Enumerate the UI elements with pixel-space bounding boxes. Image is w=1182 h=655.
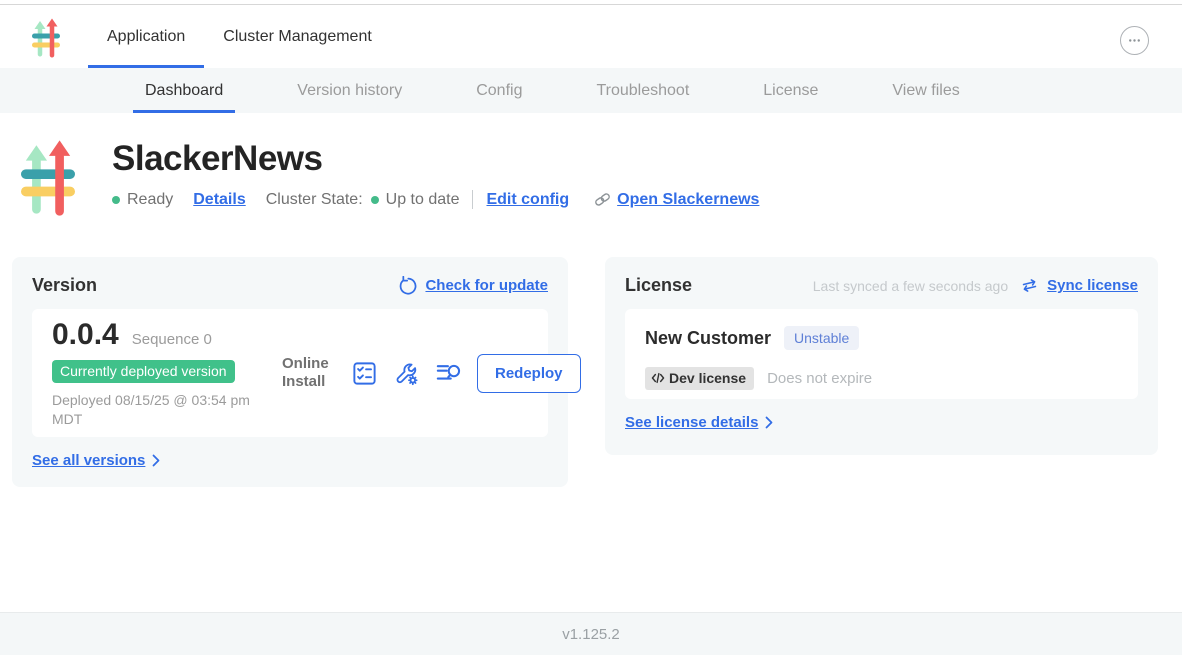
channel-badge: Unstable	[784, 326, 859, 350]
cluster-state-label: Cluster State:	[266, 191, 363, 209]
version-number: 0.0.4	[52, 318, 119, 352]
sync-arrows-icon	[1020, 276, 1039, 295]
refresh-icon	[397, 276, 417, 296]
subnav-tab-config[interactable]: Config	[464, 68, 534, 113]
chevron-right-icon	[765, 416, 773, 429]
subnav-tab-view-files-label: View files	[892, 82, 959, 100]
see-license-details-link[interactable]: See license details	[625, 414, 773, 431]
subnav-tab-version-history[interactable]: Version history	[285, 68, 414, 113]
app-logo-large-icon	[21, 139, 75, 217]
install-type-label: Online Install	[282, 355, 336, 391]
console-version: v1.125.2	[562, 626, 620, 643]
console-footer: v1.125.2	[0, 612, 1182, 655]
subnav-tab-config-label: Config	[476, 82, 522, 100]
subnav-tab-license-label: License	[763, 82, 818, 100]
subnav-tab-troubleshoot-label: Troubleshoot	[596, 82, 689, 100]
tab-cluster-management[interactable]: Cluster Management	[204, 5, 391, 68]
tab-application[interactable]: Application	[88, 5, 204, 68]
app-logo-icon	[32, 18, 60, 58]
chain-link-icon	[593, 190, 612, 209]
code-brackets-icon	[651, 371, 665, 385]
chevron-right-icon	[152, 454, 160, 467]
version-card-title: Version	[32, 275, 97, 296]
current-version-panel: 0.0.4 Sequence 0 Currently deployed vers…	[32, 309, 548, 437]
version-card-header: Version Check for update	[32, 275, 548, 296]
wrench-gear-icon	[393, 360, 420, 387]
version-card: Version Check for update 0.0.4 Sequence …	[12, 257, 568, 487]
app-status-row: Ready Details Cluster State: Up to date …	[112, 190, 759, 209]
app-header: SlackerNews Ready Details Cluster State:…	[21, 137, 759, 217]
primary-nav: Application Cluster Management	[88, 5, 391, 68]
ellipsis-icon	[1126, 32, 1143, 49]
details-link[interactable]: Details	[193, 191, 245, 209]
see-license-details-label: See license details	[625, 414, 758, 431]
license-expiration: Does not expire	[767, 370, 872, 387]
cluster-state-value: Up to date	[386, 191, 460, 209]
tab-cluster-management-label: Cluster Management	[223, 28, 372, 46]
checklist-icon	[351, 360, 378, 387]
more-options-button[interactable]	[1120, 26, 1149, 55]
preflight-checks-button[interactable]	[351, 360, 378, 387]
page-title: SlackerNews	[112, 139, 759, 179]
license-type-label: Dev license	[669, 370, 746, 386]
check-for-update-link[interactable]: Check for update	[425, 277, 548, 294]
redeploy-button[interactable]: Redeploy	[477, 354, 581, 393]
tab-application-label: Application	[107, 28, 185, 46]
subnav-tab-version-history-label: Version history	[297, 82, 402, 100]
cluster-state-dot-icon	[371, 196, 379, 204]
edit-config-link[interactable]: Edit config	[486, 191, 569, 209]
see-all-versions-link[interactable]: See all versions	[32, 452, 160, 469]
license-card-header: License Last synced a few seconds ago Sy…	[625, 275, 1138, 296]
see-all-versions-label: See all versions	[32, 452, 145, 469]
divider	[472, 190, 473, 209]
subnav-tab-license[interactable]: License	[751, 68, 830, 113]
app-status-dot-icon	[112, 196, 120, 204]
license-details-panel: New Customer Unstable Dev license Does n…	[625, 309, 1138, 399]
view-logs-button[interactable]	[435, 360, 462, 387]
subnav-tab-view-files[interactable]: View files	[880, 68, 971, 113]
version-sequence: Sequence 0	[132, 331, 212, 348]
top-navbar: Application Cluster Management	[0, 5, 1182, 68]
admin-console-page: Application Cluster Management Dashboard…	[0, 0, 1182, 655]
subnav-tab-troubleshoot[interactable]: Troubleshoot	[584, 68, 701, 113]
license-card: License Last synced a few seconds ago Sy…	[605, 257, 1158, 455]
deployed-status-badge: Currently deployed version	[52, 360, 235, 383]
app-subnav: Dashboard Version history Config Trouble…	[0, 68, 1182, 113]
license-card-title: License	[625, 275, 692, 296]
app-status-text: Ready	[127, 191, 173, 209]
log-search-icon	[435, 360, 462, 387]
view-config-button[interactable]	[393, 360, 420, 387]
customer-name: New Customer	[645, 328, 771, 349]
subnav-tab-dashboard[interactable]: Dashboard	[133, 68, 235, 113]
deployed-timestamp: Deployed 08/15/25 @ 03:54 pm MDT	[52, 391, 270, 429]
last-synced-text: Last synced a few seconds ago	[813, 278, 1008, 294]
version-info: 0.0.4 Sequence 0 Currently deployed vers…	[52, 318, 280, 429]
subnav-tab-dashboard-label: Dashboard	[145, 82, 223, 100]
sync-license-link[interactable]: Sync license	[1047, 277, 1138, 294]
license-type-badge: Dev license	[645, 367, 754, 390]
app-header-text: SlackerNews Ready Details Cluster State:…	[112, 137, 759, 217]
open-slackernews-link[interactable]: Open Slackernews	[617, 191, 759, 209]
version-actions: Online Install	[282, 354, 581, 393]
